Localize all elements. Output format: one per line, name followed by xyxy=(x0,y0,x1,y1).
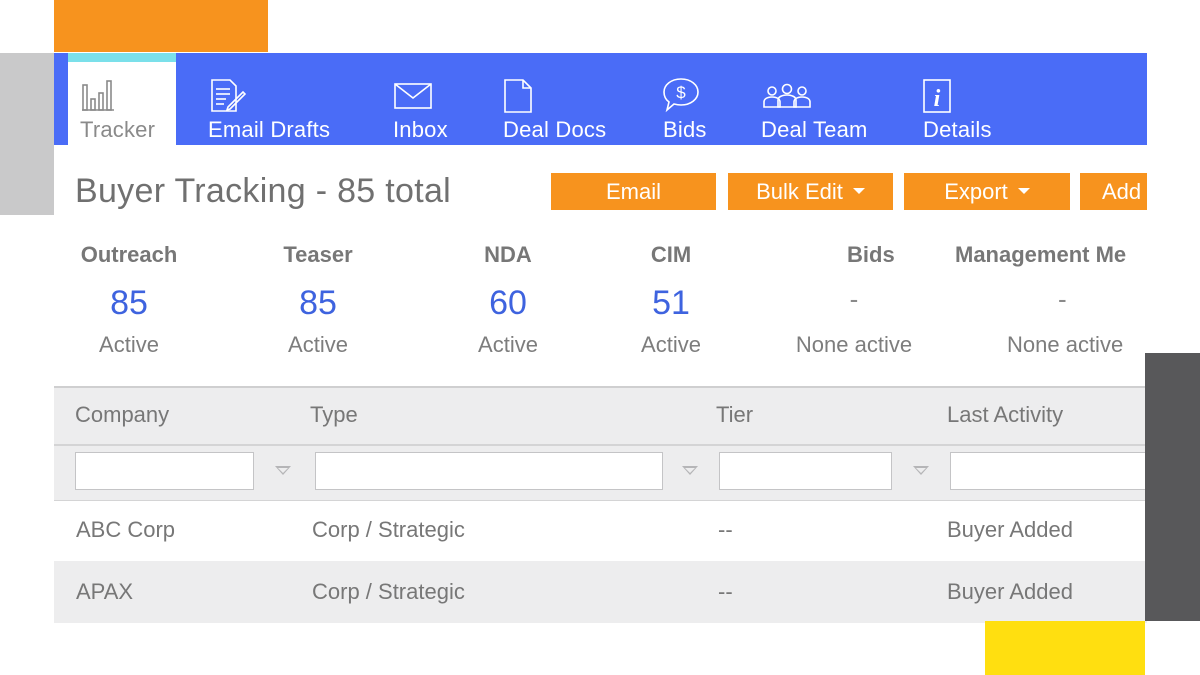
stat-status: None active xyxy=(1007,332,1124,357)
tab-label: Bids xyxy=(663,117,707,142)
stat-value: - xyxy=(1058,284,1067,314)
tab-label: Deal Docs xyxy=(503,117,607,142)
type-filter-input[interactable] xyxy=(315,452,663,490)
cell-type: Corp / Strategic xyxy=(312,517,465,542)
stat-value: 51 xyxy=(652,284,690,322)
tab-label: Details xyxy=(923,117,992,142)
stat-management-meetings[interactable]: Management Me - None active xyxy=(955,242,1147,358)
cell-last-activity: Buyer Added xyxy=(947,517,1073,542)
add-button[interactable]: Add xyxy=(1080,173,1147,210)
stat-label: Bids xyxy=(847,242,895,267)
stat-value: - xyxy=(849,284,859,314)
export-button-label: Export xyxy=(944,178,1008,204)
stat-outreach[interactable]: Outreach 85 Active xyxy=(54,242,229,358)
decorative-orange-block xyxy=(54,0,268,52)
decorative-yellow-block xyxy=(985,621,1145,675)
tab-label: Inbox xyxy=(393,117,448,142)
table-row[interactable]: APAX Corp / Strategic -- Buyer Added xyxy=(54,561,1147,623)
decorative-gray-block xyxy=(0,53,54,215)
cell-tier: -- xyxy=(718,579,733,604)
stat-status: Active xyxy=(288,332,348,357)
bar-chart-icon xyxy=(81,79,115,116)
chevron-down-icon[interactable] xyxy=(682,466,698,475)
stat-label: Teaser xyxy=(283,242,353,267)
cell-tier: -- xyxy=(718,517,733,542)
email-button[interactable]: Email xyxy=(551,173,716,210)
stat-status: Active xyxy=(641,332,701,357)
tab-deal-team[interactable]: Deal Team xyxy=(760,53,880,145)
app-window: Tracker Email Drafts Inbox Deal Docs $ B… xyxy=(54,53,1147,623)
document-icon xyxy=(504,79,532,118)
tab-label: Deal Team xyxy=(761,117,868,142)
svg-text:i: i xyxy=(934,86,941,112)
cell-last-activity: Buyer Added xyxy=(947,579,1073,604)
caret-down-icon xyxy=(1017,188,1030,195)
tab-tracker[interactable]: Tracker xyxy=(68,53,176,145)
stat-teaser[interactable]: Teaser 85 Active xyxy=(218,242,418,358)
stat-label: Outreach xyxy=(80,242,178,267)
svg-text:$: $ xyxy=(676,83,686,102)
email-button-label: Email xyxy=(605,178,661,204)
bulk-edit-button-label: Bulk Edit xyxy=(756,178,843,204)
chevron-down-icon[interactable] xyxy=(275,466,291,475)
dollar-speech-bubble-icon: $ xyxy=(662,77,700,118)
tab-deal-docs[interactable]: Deal Docs xyxy=(502,53,617,145)
company-filter-input[interactable] xyxy=(75,452,254,490)
column-header-company[interactable]: Company xyxy=(75,402,169,428)
stat-value: 85 xyxy=(299,284,337,322)
cell-company: ABC Corp xyxy=(76,517,176,542)
tab-bids[interactable]: $ Bids xyxy=(662,53,717,145)
stat-label: Management Me xyxy=(955,242,1127,267)
column-header-tier[interactable]: Tier xyxy=(716,402,753,428)
tier-filter-input[interactable] xyxy=(719,452,892,490)
tab-email-drafts[interactable]: Email Drafts xyxy=(208,53,348,145)
filter-row xyxy=(54,444,1147,501)
table-row[interactable]: ABC Corp Corp / Strategic -- Buyer Added xyxy=(54,499,1147,561)
info-icon: i xyxy=(923,79,951,118)
last-activity-filter-input[interactable] xyxy=(950,452,1147,490)
stat-status: Active xyxy=(99,332,159,357)
top-nav-bar: Tracker Email Drafts Inbox Deal Docs $ B… xyxy=(54,53,1147,145)
caret-down-icon xyxy=(852,188,865,195)
stat-label: CIM xyxy=(650,242,692,267)
tab-label: Tracker xyxy=(80,117,156,142)
document-edit-icon xyxy=(210,79,247,118)
envelope-icon xyxy=(394,83,432,114)
group-icon xyxy=(762,83,812,114)
table-header: Company Type Tier Last Activity xyxy=(54,386,1147,444)
export-button[interactable]: Export xyxy=(904,173,1070,210)
column-header-type[interactable]: Type xyxy=(310,402,358,428)
decorative-dark-block xyxy=(1145,353,1200,621)
add-button-label: Add xyxy=(1102,178,1142,204)
cell-company: APAX xyxy=(76,579,134,604)
tab-details[interactable]: i Details xyxy=(922,53,1007,145)
tab-label: Email Drafts xyxy=(208,117,331,142)
chevron-down-icon[interactable] xyxy=(913,466,929,475)
bulk-edit-button[interactable]: Bulk Edit xyxy=(728,173,893,210)
stat-bids[interactable]: Bids - None active xyxy=(754,242,954,358)
tab-inbox[interactable]: Inbox xyxy=(392,53,462,145)
stat-cim[interactable]: CIM 51 Active xyxy=(571,242,771,358)
stat-value: 85 xyxy=(110,284,148,322)
page-title: Buyer Tracking - 85 total xyxy=(75,172,452,210)
column-header-last-activity[interactable]: Last Activity xyxy=(947,402,1063,428)
cell-type: Corp / Strategic xyxy=(312,579,465,604)
stat-status: None active xyxy=(795,332,913,357)
